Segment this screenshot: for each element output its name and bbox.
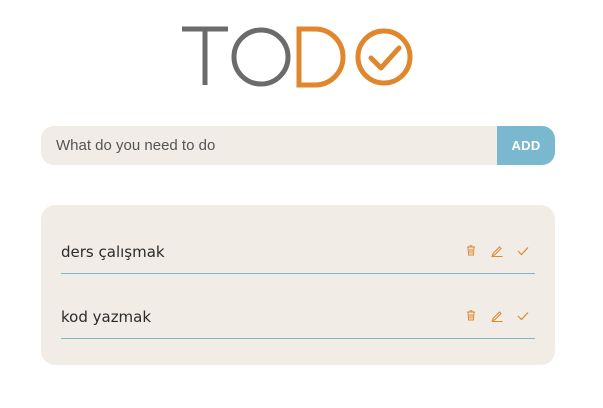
add-button[interactable]: ADD (497, 126, 555, 165)
todo-actions (464, 309, 529, 322)
check-icon[interactable] (516, 244, 529, 257)
pencil-icon[interactable] (490, 309, 503, 322)
todo-item: kod yazmak (61, 299, 535, 339)
todo-actions (464, 244, 529, 257)
pencil-icon[interactable] (490, 244, 503, 257)
trash-icon[interactable] (464, 309, 477, 322)
todo-input[interactable] (41, 126, 497, 165)
todo-list: ders çalışmak kod yazmak (41, 205, 555, 365)
todo-item: ders çalışmak (61, 234, 535, 274)
trash-icon[interactable] (464, 244, 477, 257)
add-todo-form: ADD (41, 126, 555, 165)
todo-text: ders çalışmak (61, 243, 165, 261)
todo-logo-graphic (182, 26, 413, 88)
todo-logo (181, 24, 421, 88)
todo-app: ADD ders çalışmak (0, 0, 603, 408)
todo-text: kod yazmak (61, 308, 152, 326)
check-icon[interactable] (516, 309, 529, 322)
